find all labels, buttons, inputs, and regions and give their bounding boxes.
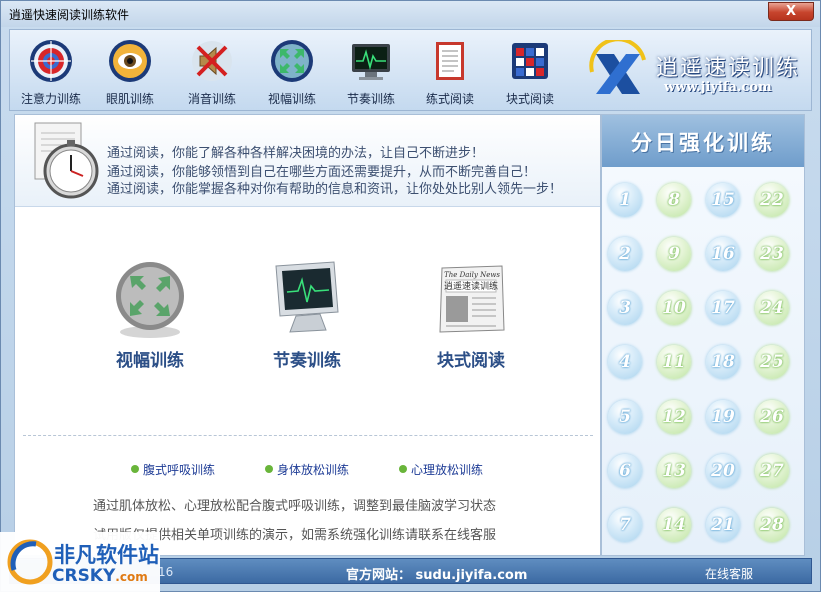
day-button[interactable]: 11 [657,345,691,379]
crsky-logo-icon [7,539,53,585]
crsky-watermark: 非凡软件站 CRSKY.com [0,532,160,592]
day-grid: 1 2 3 4 5 6 7 8 9 10 11 12 13 14 15 16 17 18 19 20 21 22 23 24 2… [602,167,804,555]
feature-label: 节奏训练 [273,351,341,371]
close-button[interactable]: X [768,2,814,21]
target-icon [30,40,72,82]
eye-icon [109,40,151,82]
link-body-relaxation[interactable]: 身体放松训练 [265,461,349,478]
toolbar-label: 节奏训练 [346,92,395,106]
toolbar-attention-training[interactable]: 注意力训练 [16,34,86,110]
day-button[interactable]: 1 [608,183,642,217]
toolbar-label: 练式阅读 [425,92,474,106]
feature-rhythm-training[interactable]: 节奏训练 [252,260,362,371]
day-button[interactable]: 15 [706,183,740,217]
day-button[interactable]: 23 [755,237,789,271]
title-bar[interactable]: 逍遥快速阅读训练软件 X [1,1,820,27]
day-button[interactable]: 27 [755,454,789,488]
expand-arrows-icon [116,262,184,338]
day-button[interactable]: 12 [657,400,691,434]
day-button[interactable]: 7 [608,508,642,542]
relaxation-links: 腹式呼吸训练 身体放松训练 心理放松训练 [15,461,600,481]
watermark-cn: 非凡软件站 [54,543,159,567]
toolbar-label: 视幅训练 [267,92,316,106]
description-line: 通过肌体放松、心理放松配合腹式呼吸训练，调整到最佳脑波学习状态 [93,499,497,514]
toolbar-rhythm-training[interactable]: 节奏训练 [336,34,406,110]
day-button[interactable]: 3 [608,291,642,325]
monitor-wave-icon [275,261,339,333]
mute-speaker-icon [192,41,232,81]
watermark-en: CRSKY.com [52,566,148,586]
app-window: 逍遥快速阅读训练软件 X 注意力训练 眼肌训练 消音训练 视幅训练 节奏训练 练… [0,0,821,592]
toolbar-label: 眼肌训练 [105,92,154,106]
day-button[interactable]: 20 [706,454,740,488]
day-button[interactable]: 25 [755,345,789,379]
toolbar-mute-training[interactable]: 消音训练 [177,34,247,110]
brand-url: www.jiyifa.com [664,80,772,95]
intro-line: 通过阅读，你能了解各种各样解决困境的办法，让自己不断进步！ [107,146,485,161]
link-abdominal-breathing[interactable]: 腹式呼吸训练 [131,461,215,478]
toolbar-eye-training[interactable]: 眼肌训练 [95,34,165,110]
daily-training-panel: 分日强化训练 1 2 3 4 5 6 7 8 9 10 11 12 13 14 15 16 17 18 19 20 21… [601,114,805,556]
toolbar-view-span-training[interactable]: 视幅训练 [257,34,327,110]
online-service-link[interactable]: 在线客服 [705,565,753,582]
day-button[interactable]: 8 [657,183,691,217]
toolbar-label: 块式阅读 [505,92,554,106]
bullet-icon [265,465,273,473]
day-button[interactable]: 19 [706,400,740,434]
daily-training-header: 分日强化训练 [602,115,804,167]
day-button[interactable]: 18 [706,345,740,379]
official-site-link[interactable]: 官方网站： sudu.jiyifa.com [346,564,527,583]
brand-name: 逍遥速读训练 [656,56,801,81]
day-button[interactable]: 22 [755,183,789,217]
day-button[interactable]: 6 [608,454,642,488]
day-button[interactable]: 26 [755,400,789,434]
feature-block-reading[interactable]: The Daily News 逍遥速读训练 块式阅读 [416,260,526,371]
bullet-icon [399,465,407,473]
day-button[interactable]: 14 [657,508,691,542]
newspaper-icon: The Daily News 逍遥速读训练 [439,265,505,333]
intro-banner: 通过阅读，你能了解各种各样解决困境的办法，让自己不断进步！ 通过阅读，你能够领悟… [15,115,600,207]
toolbar: 注意力训练 眼肌训练 消音训练 视幅训练 节奏训练 练式阅读 块式阅读 逍遥速读… [9,29,812,111]
x-logo-icon [589,40,646,94]
monitor-wave-icon [352,44,390,80]
daily-training-title: 分日强化训练 [631,131,775,155]
toolbar-block-reading[interactable]: 块式阅读 [495,34,565,110]
day-button[interactable]: 2 [608,237,642,271]
block-grid-icon [512,43,548,79]
day-button[interactable]: 5 [608,400,642,434]
day-button[interactable]: 21 [706,508,740,542]
link-mind-relaxation[interactable]: 心理放松训练 [399,461,483,478]
feature-view-span-training[interactable]: 视幅训练 [95,260,205,371]
newspaper-masthead: The Daily News [444,271,500,279]
window-title: 逍遥快速阅读训练软件 [9,8,130,22]
brand-logo: 逍遥速读训练 www.jiyifa.com [580,36,810,106]
status-left-text: 16 [158,565,174,579]
day-button[interactable]: 28 [755,508,789,542]
feature-label: 视幅训练 [116,351,184,371]
toolbar-line-reading[interactable]: 练式阅读 [415,34,485,110]
day-button[interactable]: 10 [657,291,691,325]
bullet-icon [131,465,139,473]
expand-arrows-icon [271,40,313,82]
main-panel: 通过阅读，你能了解各种各样解决困境的办法，让自己不断进步！ 通过阅读，你能够领悟… [14,114,601,556]
newspaper-headline: 逍遥速读训练 [444,280,498,292]
stopwatch-document-icon [34,122,99,199]
feature-label: 块式阅读 [437,351,505,371]
intro-line: 通过阅读，你能掌握各种对你有帮助的信息和资讯，让你处处比别人领先一步！ [107,182,563,197]
day-button[interactable]: 9 [657,237,691,271]
day-button[interactable]: 13 [657,454,691,488]
day-button[interactable]: 24 [755,291,789,325]
divider [23,435,593,436]
toolbar-label: 注意力训练 [20,92,81,106]
day-button[interactable]: 4 [608,345,642,379]
notepad-icon [436,42,464,80]
day-button[interactable]: 17 [706,291,740,325]
toolbar-label: 消音训练 [187,92,236,106]
day-button[interactable]: 16 [706,237,740,271]
